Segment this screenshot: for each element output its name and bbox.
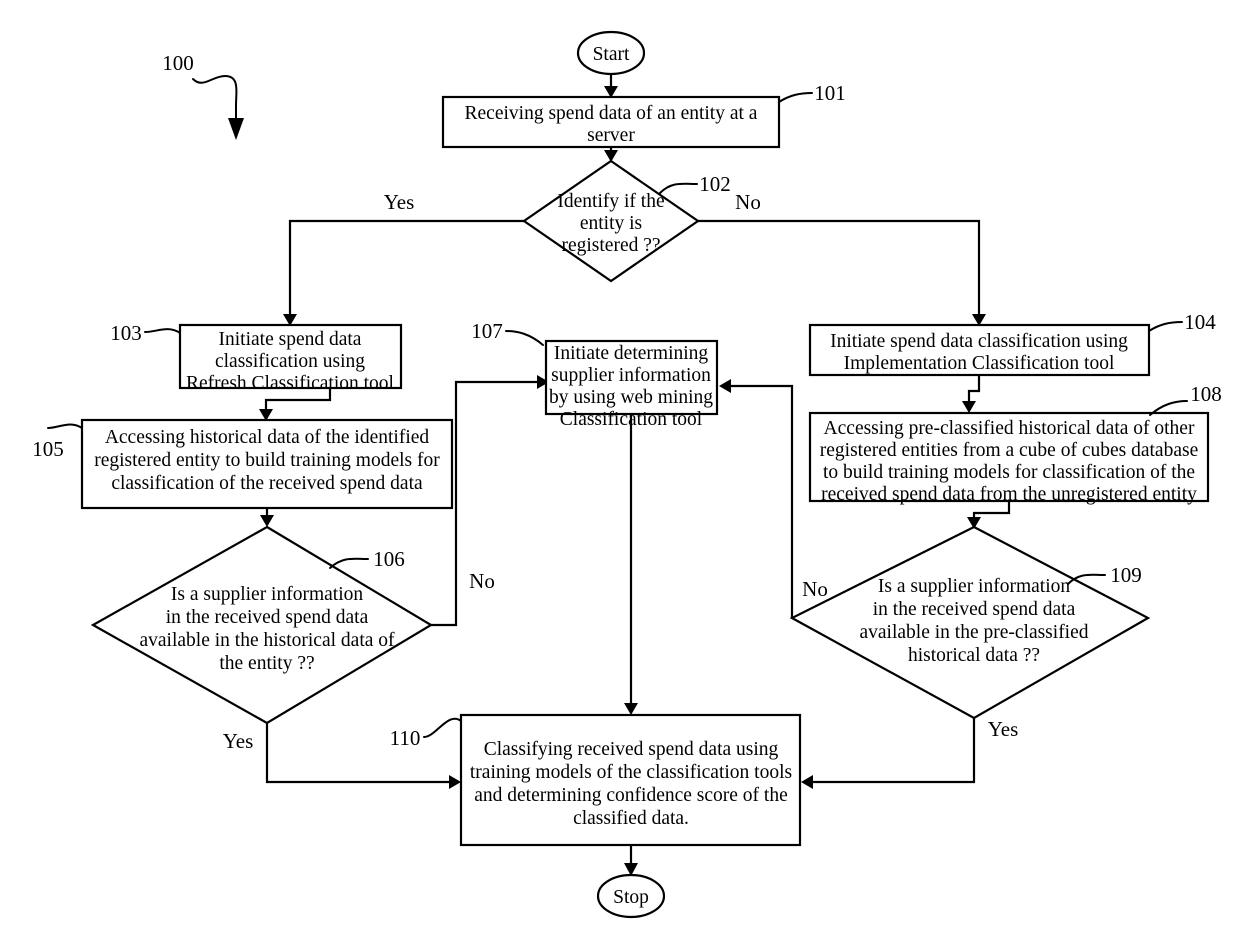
node-106-line-3: the entity ?? — [219, 653, 314, 674]
node-107-ref: 107 — [471, 319, 503, 343]
arrowhead-105-to-106 — [260, 515, 274, 527]
node-106-line-0: Is a supplier information — [171, 584, 363, 605]
node-105-ref: 105 — [32, 437, 64, 461]
node-105-line-2: classification of the received spend dat… — [111, 473, 423, 494]
flowchart-canvas: 100 Start Receiving spend data of an ent… — [32, 30, 1222, 919]
node-110-leader — [423, 717, 462, 738]
connector-102-no — [698, 219, 981, 316]
figure-ref-leader — [192, 74, 238, 126]
node-107-line-1: supplier information — [551, 365, 711, 386]
node-109-ref: 109 — [1110, 563, 1142, 587]
node-106-ref: 106 — [373, 547, 405, 571]
node-104-leader — [1148, 321, 1183, 332]
branch-label-109-yes: Yes — [988, 717, 1019, 741]
node-110-line-3: classified data. — [573, 808, 689, 829]
connector-109-no-to-107 — [729, 384, 794, 618]
branch-label-106-no: No — [469, 569, 495, 593]
connector-106-yes-to-110 — [265, 723, 451, 784]
node-108-ref: 108 — [1190, 382, 1222, 406]
node-107-line-2: by using web mining — [549, 387, 713, 408]
node-109-line-0: Is a supplier information — [878, 576, 1070, 597]
node-103-ref: 103 — [110, 321, 142, 345]
node-109-line-1: in the received spend data — [873, 599, 1076, 620]
node-105-line-1: registered entity to build training mode… — [94, 450, 440, 471]
node-105-leader — [47, 423, 83, 429]
node-110-line-2: and determining confidence score of the — [474, 785, 788, 806]
node-102-line-0: Identify if the — [557, 191, 664, 212]
node-107-leader — [505, 330, 544, 346]
stop-label: Stop — [613, 887, 649, 908]
figure-ref-arrowhead — [228, 118, 244, 140]
node-102-leader — [659, 182, 698, 194]
arrowhead-109-yes-to-110 — [801, 775, 813, 789]
node-110-ref: 110 — [390, 726, 421, 750]
node-101-leader — [778, 92, 813, 103]
figure-ref-100: 100 — [162, 51, 194, 75]
arrowhead-109-no-to-107 — [719, 379, 731, 393]
node-103-line-2: Refresh Classification tool — [186, 373, 395, 394]
node-108-line-2: to build training models for classificat… — [823, 462, 1195, 483]
node-104-ref: 104 — [1184, 310, 1216, 334]
node-104-line-0: Initiate spend data classification using — [830, 331, 1128, 352]
connector-104-to-108 — [967, 375, 981, 403]
patent-flowchart-figure: 100 Start Receiving spend data of an ent… — [0, 0, 1240, 944]
arrowhead-106-yes-to-110 — [449, 775, 461, 789]
node-108-line-0: Accessing pre-classified historical data… — [824, 418, 1195, 439]
node-102-ref: 102 — [699, 172, 731, 196]
node-103-line-1: classification using — [215, 351, 365, 372]
node-107-line-0: Initiate determining — [554, 343, 709, 364]
node-109-line-3: historical data ?? — [908, 645, 1040, 666]
node-101-ref: 101 — [814, 81, 846, 105]
node-106-line-1: in the received spend data — [166, 607, 369, 628]
node-106-leader — [329, 557, 369, 569]
arrowhead-107-to-110 — [624, 703, 638, 715]
node-108-line-1: registered entities from a cube of cubes… — [820, 440, 1198, 461]
node-103-line-0: Initiate spend data — [219, 329, 362, 350]
node-105-line-0: Accessing historical data of the identif… — [105, 427, 430, 448]
start-label: Start — [593, 44, 630, 65]
branch-label-102-no: No — [735, 190, 761, 214]
node-106-line-2: available in the historical data of — [139, 630, 395, 651]
arrowhead-104-to-108 — [962, 401, 976, 413]
branch-label-102-yes: Yes — [384, 190, 415, 214]
node-102-line-1: entity is — [580, 213, 642, 234]
connector-102-yes — [288, 219, 524, 316]
branch-label-109-no: No — [802, 577, 828, 601]
node-110-line-1: training models of the classification to… — [470, 762, 792, 783]
node-101-line-1: server — [587, 125, 635, 146]
node-102-line-2: registered ?? — [561, 235, 660, 256]
branch-label-106-yes: Yes — [223, 729, 254, 753]
node-103-leader — [144, 328, 181, 334]
node-110-line-0: Classifying received spend data using — [484, 739, 779, 760]
node-101-line-0: Receiving spend data of an entity at a — [465, 103, 758, 124]
connector-109-yes-to-110 — [811, 718, 976, 784]
node-109-line-2: available in the pre-classified — [859, 622, 1088, 643]
node-104-line-1: Implementation Classification tool — [844, 353, 1115, 374]
